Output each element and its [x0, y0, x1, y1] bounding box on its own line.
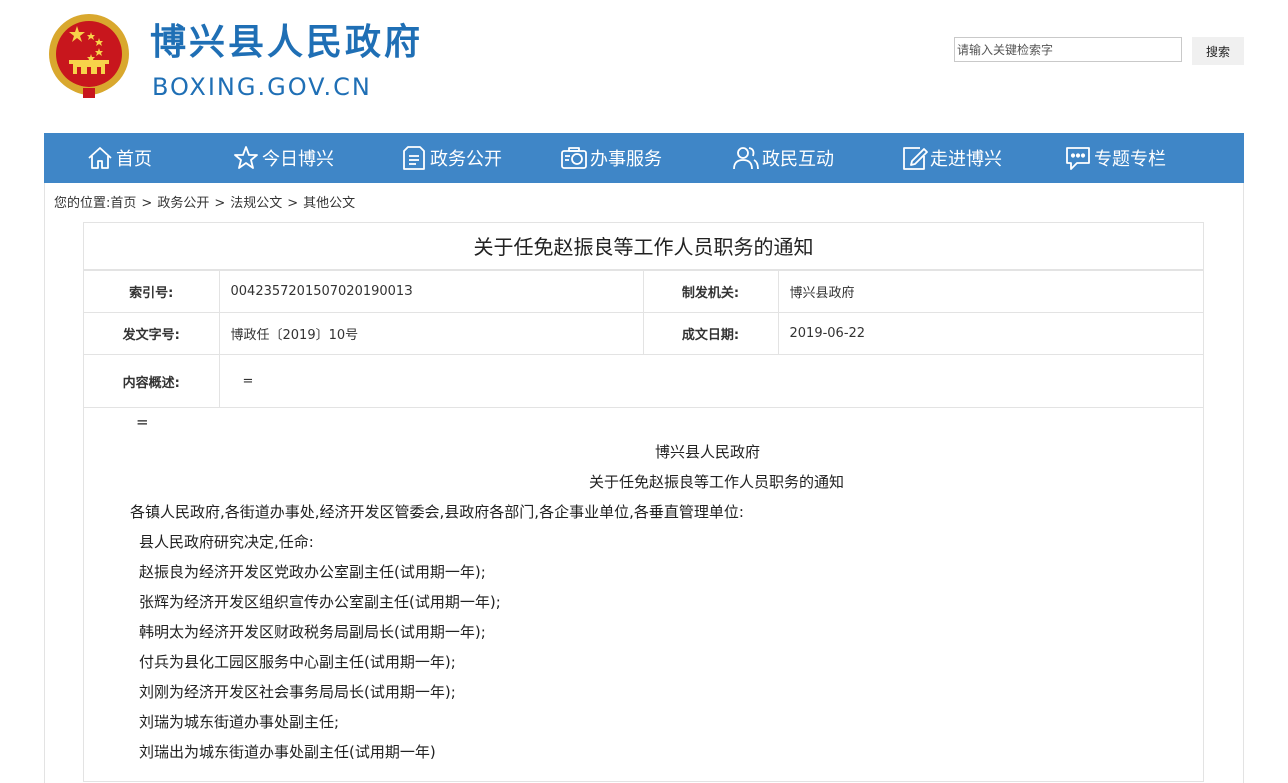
nav-label-interaction: 政民互动	[762, 149, 834, 170]
nav-label-about: 走进博兴	[930, 149, 1002, 170]
body-recipients: 各镇人民政府,各街道办事处,经济开发区管委会,县政府各部门,各企事业单位,各垂直…	[130, 503, 744, 521]
people-icon	[733, 147, 759, 170]
edit-icon	[903, 147, 928, 170]
body-item: 张辉为经济开发区组织宣传办公室副主任(试用期一年);	[139, 593, 501, 611]
site-header: 博兴县人民政府 BOXING.GOV.CN 搜索	[0, 0, 1288, 133]
nav-label-topics: 专题专栏	[1094, 149, 1166, 170]
summary-label: 内容概述:	[84, 354, 220, 408]
article: 关于任免赵振良等工作人员职务的通知 索引号: 00423572015070201…	[83, 222, 1204, 782]
home-icon	[88, 147, 112, 169]
national-emblem-icon	[47, 12, 131, 100]
site-domain: BOXING.GOV.CN	[152, 73, 372, 101]
breadcrumb-item-regulations[interactable]: 法规公文	[230, 196, 282, 211]
body-item: 赵振良为经济开发区党政办公室副主任(试用期一年);	[139, 563, 486, 581]
breadcrumb: 您的位置:首页 > 政务公开 > 法规公文 > 其他公文	[54, 194, 355, 214]
body-item: 韩明太为经济开发区财政税务局副局长(试用期一年);	[139, 623, 486, 641]
article-title: 关于任免赵振良等工作人员职务的通知	[84, 223, 1203, 270]
nav-item-gov-affairs[interactable]: 政务公开	[400, 133, 502, 183]
breadcrumb-separator: >	[141, 196, 153, 211]
nav-item-today[interactable]: 今日博兴	[232, 133, 334, 183]
nav-label-home: 首页	[116, 149, 152, 170]
body-item: 刘瑞为城东街道办事处副主任;	[139, 713, 340, 731]
search-button[interactable]: 搜索	[1192, 37, 1244, 65]
body-eq: =	[136, 413, 149, 431]
chat-icon	[1066, 147, 1090, 170]
breadcrumb-prefix: 您的位置:	[54, 196, 111, 211]
breadcrumb-item-gov-affairs[interactable]: 政务公开	[157, 196, 209, 211]
service-icon	[561, 147, 587, 169]
body-org: 博兴县人民政府	[655, 443, 761, 461]
meta-table: 索引号: 004235720150702019001З 制发机关: 博兴县政府 …	[84, 270, 1203, 408]
nav-item-interaction[interactable]: 政民互动	[732, 133, 834, 183]
index-value: 004235720150702019001З	[218, 270, 644, 313]
docno-label: 发文字号:	[84, 312, 220, 355]
index-label: 索引号:	[84, 270, 220, 313]
body-item: 付兵为县化工园区服务中心副主任(试用期一年);	[139, 653, 456, 671]
breadcrumb-separator: >	[287, 196, 299, 211]
body-doc-title: 关于任免赵振良等工作人员职务的通知	[589, 473, 845, 491]
star-icon	[234, 146, 258, 169]
docno-value: 博政任〔2019〕10号	[218, 312, 644, 355]
body-item: 刘刚为经济开发区社会事务局局长(试用期一年);	[139, 683, 456, 701]
breadcrumb-separator: >	[214, 196, 226, 211]
document-icon	[403, 146, 425, 170]
nav-label-services: 办事服务	[590, 149, 662, 170]
date-value: 2019-06-22	[777, 312, 1203, 355]
nav-item-about[interactable]: 走进博兴	[900, 133, 1002, 183]
nav-label-gov-affairs: 政务公开	[430, 149, 502, 170]
site-title: 博兴县人民政府	[150, 22, 424, 63]
nav-item-home[interactable]: 首页	[86, 133, 152, 183]
summary-value: =	[218, 354, 1203, 408]
date-label: 成文日期:	[642, 312, 779, 355]
breadcrumb-item-other-docs[interactable]: 其他公文	[303, 196, 355, 211]
breadcrumb-item-home[interactable]: 首页	[110, 196, 136, 211]
issuer-label: 制发机关:	[642, 270, 779, 313]
body-item: 刘瑞出为城东街道办事处副主任(试用期一年)	[139, 743, 436, 761]
search-input[interactable]	[954, 37, 1182, 62]
nav-item-topics[interactable]: 专题专栏	[1064, 133, 1166, 183]
nav-item-services[interactable]: 办事服务	[560, 133, 662, 183]
nav-label-today: 今日博兴	[262, 149, 334, 170]
main-nav: 首页 今日博兴 政务公开 办事服务 政民互动 走进博兴 专题专栏	[44, 133, 1244, 183]
issuer-value: 博兴县政府	[777, 270, 1203, 313]
body-intro: 县人民政府研究决定,任命:	[139, 533, 314, 551]
